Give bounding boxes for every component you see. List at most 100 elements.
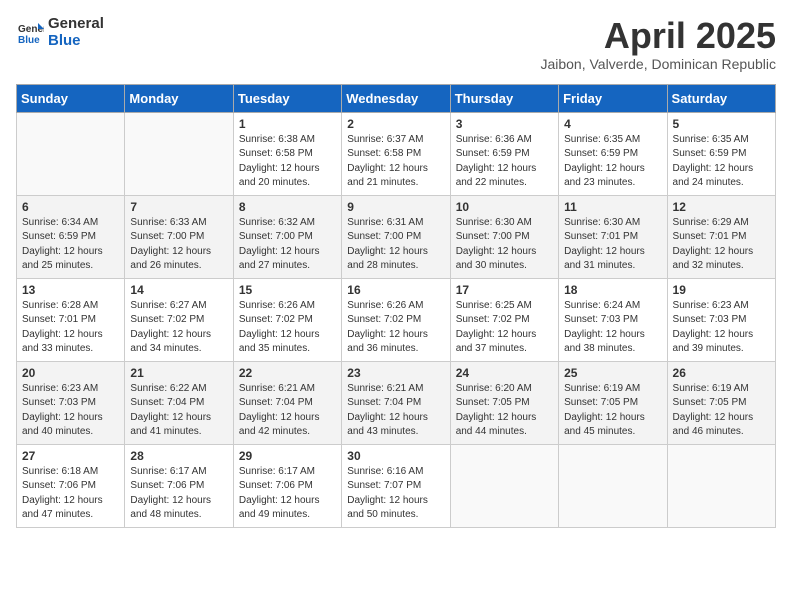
day-info: Sunrise: 6:38 AM Sunset: 6:58 PM Dayligh… bbox=[239, 133, 336, 191]
calendar-cell: 5Sunrise: 6:35 AM Sunset: 6:59 PM Daylig… bbox=[667, 112, 775, 195]
col-header-wednesday: Wednesday bbox=[342, 84, 450, 112]
day-number: 7 bbox=[130, 200, 227, 214]
day-number: 1 bbox=[239, 117, 336, 131]
day-number: 16 bbox=[347, 283, 444, 297]
day-info: Sunrise: 6:19 AM Sunset: 7:05 PM Dayligh… bbox=[673, 382, 770, 440]
calendar-cell bbox=[450, 444, 558, 527]
day-info: Sunrise: 6:34 AM Sunset: 6:59 PM Dayligh… bbox=[22, 216, 119, 274]
day-number: 14 bbox=[130, 283, 227, 297]
day-number: 24 bbox=[456, 366, 553, 380]
day-number: 11 bbox=[564, 200, 661, 214]
calendar-cell bbox=[667, 444, 775, 527]
day-number: 17 bbox=[456, 283, 553, 297]
calendar-cell: 10 Sunrise: 6:30 AM Sunset: 7:00 PM Dayli… bbox=[450, 195, 558, 278]
day-info: Sunrise: 6:30 AM Sunset: 7:00 PM Dayligh… bbox=[456, 216, 553, 274]
day-info: Sunrise: 6:37 AM Sunset: 6:58 PM Dayligh… bbox=[347, 133, 444, 191]
calendar-cell: 15 Sunrise: 6:26 AM Sunset: 7:02 PM Dayli… bbox=[233, 278, 341, 361]
calendar-cell: 11 Sunrise: 6:30 AM Sunset: 7:01 PM Dayli… bbox=[559, 195, 667, 278]
day-info: Sunrise: 6:21 AM Sunset: 7:04 PM Dayligh… bbox=[347, 382, 444, 440]
calendar-cell: 8 Sunrise: 6:32 AM Sunset: 7:00 PM Daylig… bbox=[233, 195, 341, 278]
calendar-cell: 22Sunrise: 6:21 AM Sunset: 7:04 PM Dayli… bbox=[233, 361, 341, 444]
page-header: General Blue General Blue April 2025 Jai… bbox=[16, 16, 776, 72]
day-number: 21 bbox=[130, 366, 227, 380]
day-info: Sunrise: 6:17 AM Sunset: 7:06 PM Dayligh… bbox=[130, 465, 227, 523]
day-number: 10 bbox=[456, 200, 553, 214]
calendar-cell: 14 Sunrise: 6:27 AM Sunset: 7:02 PM Dayli… bbox=[125, 278, 233, 361]
day-info: Sunrise: 6:26 AM Sunset: 7:02 PM Dayligh… bbox=[239, 299, 336, 357]
title-area: April 2025 Jaibon, Valverde, Dominican R… bbox=[540, 16, 776, 72]
calendar-week-row: 1 Sunrise: 6:38 AM Sunset: 6:58 PM Daylig… bbox=[17, 112, 776, 195]
day-number: 30 bbox=[347, 449, 444, 463]
calendar-cell: 30 Sunrise: 6:16 AM Sunset: 7:07 PM Dayli… bbox=[342, 444, 450, 527]
day-number: 2 bbox=[347, 117, 444, 131]
day-info: Sunrise: 6:19 AM Sunset: 7:05 PM Dayligh… bbox=[564, 382, 661, 440]
calendar-cell: 2 Sunrise: 6:37 AM Sunset: 6:58 PM Daylig… bbox=[342, 112, 450, 195]
day-number: 19 bbox=[673, 283, 770, 297]
calendar-week-row: 20 Sunrise: 6:23 AM Sunset: 7:03 PM Dayli… bbox=[17, 361, 776, 444]
calendar-cell: 12Sunrise: 6:29 AM Sunset: 7:01 PM Dayli… bbox=[667, 195, 775, 278]
day-info: Sunrise: 6:20 AM Sunset: 7:05 PM Dayligh… bbox=[456, 382, 553, 440]
logo: General Blue General Blue bbox=[16, 16, 104, 49]
svg-text:Blue: Blue bbox=[18, 35, 40, 46]
col-header-sunday: Sunday bbox=[17, 84, 125, 112]
calendar-cell bbox=[559, 444, 667, 527]
col-header-tuesday: Tuesday bbox=[233, 84, 341, 112]
day-number: 28 bbox=[130, 449, 227, 463]
calendar-cell: 27 Sunrise: 6:18 AM Sunset: 7:06 PM Dayli… bbox=[17, 444, 125, 527]
calendar-cell: 18Sunrise: 6:24 AM Sunset: 7:03 PM Dayli… bbox=[559, 278, 667, 361]
day-info: Sunrise: 6:30 AM Sunset: 7:01 PM Dayligh… bbox=[564, 216, 661, 274]
day-number: 3 bbox=[456, 117, 553, 131]
day-info: Sunrise: 6:29 AM Sunset: 7:01 PM Dayligh… bbox=[673, 216, 770, 274]
logo-blue-text: Blue bbox=[48, 33, 104, 50]
day-number: 20 bbox=[22, 366, 119, 380]
calendar-cell: 16 Sunrise: 6:26 AM Sunset: 7:02 PM Dayli… bbox=[342, 278, 450, 361]
day-number: 9 bbox=[347, 200, 444, 214]
col-header-monday: Monday bbox=[125, 84, 233, 112]
calendar-cell: 17 Sunrise: 6:25 AM Sunset: 7:02 PM Dayli… bbox=[450, 278, 558, 361]
day-info: Sunrise: 6:18 AM Sunset: 7:06 PM Dayligh… bbox=[22, 465, 119, 523]
day-info: Sunrise: 6:32 AM Sunset: 7:00 PM Dayligh… bbox=[239, 216, 336, 274]
day-number: 6 bbox=[22, 200, 119, 214]
calendar-cell: 25 Sunrise: 6:19 AM Sunset: 7:05 PM Dayli… bbox=[559, 361, 667, 444]
day-number: 18 bbox=[564, 283, 661, 297]
col-header-friday: Friday bbox=[559, 84, 667, 112]
day-number: 25 bbox=[564, 366, 661, 380]
day-info: Sunrise: 6:28 AM Sunset: 7:01 PM Dayligh… bbox=[22, 299, 119, 357]
month-year-title: April 2025 bbox=[540, 16, 776, 56]
calendar-cell: 20 Sunrise: 6:23 AM Sunset: 7:03 PM Dayli… bbox=[17, 361, 125, 444]
calendar-cell: 26Sunrise: 6:19 AM Sunset: 7:05 PM Dayli… bbox=[667, 361, 775, 444]
calendar-cell: 1 Sunrise: 6:38 AM Sunset: 6:58 PM Daylig… bbox=[233, 112, 341, 195]
calendar-cell bbox=[17, 112, 125, 195]
col-header-thursday: Thursday bbox=[450, 84, 558, 112]
calendar-cell: 13Sunrise: 6:28 AM Sunset: 7:01 PM Dayli… bbox=[17, 278, 125, 361]
logo-icon: General Blue bbox=[16, 19, 44, 47]
calendar-week-row: 27 Sunrise: 6:18 AM Sunset: 7:06 PM Dayli… bbox=[17, 444, 776, 527]
calendar-week-row: 13Sunrise: 6:28 AM Sunset: 7:01 PM Dayli… bbox=[17, 278, 776, 361]
day-info: Sunrise: 6:23 AM Sunset: 7:03 PM Dayligh… bbox=[22, 382, 119, 440]
day-number: 27 bbox=[22, 449, 119, 463]
calendar-cell: 21Sunrise: 6:22 AM Sunset: 7:04 PM Dayli… bbox=[125, 361, 233, 444]
day-info: Sunrise: 6:17 AM Sunset: 7:06 PM Dayligh… bbox=[239, 465, 336, 523]
calendar-header-row: SundayMondayTuesdayWednesdayThursdayFrid… bbox=[17, 84, 776, 112]
day-info: Sunrise: 6:31 AM Sunset: 7:00 PM Dayligh… bbox=[347, 216, 444, 274]
calendar-cell: 19Sunrise: 6:23 AM Sunset: 7:03 PM Dayli… bbox=[667, 278, 775, 361]
calendar-cell: 9 Sunrise: 6:31 AM Sunset: 7:00 PM Daylig… bbox=[342, 195, 450, 278]
calendar-cell: 4Sunrise: 6:35 AM Sunset: 6:59 PM Daylig… bbox=[559, 112, 667, 195]
calendar-cell: 28 Sunrise: 6:17 AM Sunset: 7:06 PM Dayli… bbox=[125, 444, 233, 527]
day-number: 29 bbox=[239, 449, 336, 463]
calendar-table: SundayMondayTuesdayWednesdayThursdayFrid… bbox=[16, 84, 776, 528]
calendar-cell: 3Sunrise: 6:36 AM Sunset: 6:59 PM Daylig… bbox=[450, 112, 558, 195]
day-info: Sunrise: 6:16 AM Sunset: 7:07 PM Dayligh… bbox=[347, 465, 444, 523]
calendar-week-row: 6 Sunrise: 6:34 AM Sunset: 6:59 PM Daylig… bbox=[17, 195, 776, 278]
day-info: Sunrise: 6:25 AM Sunset: 7:02 PM Dayligh… bbox=[456, 299, 553, 357]
day-number: 23 bbox=[347, 366, 444, 380]
calendar-cell: 29 Sunrise: 6:17 AM Sunset: 7:06 PM Dayli… bbox=[233, 444, 341, 527]
calendar-cell: 7Sunrise: 6:33 AM Sunset: 7:00 PM Daylig… bbox=[125, 195, 233, 278]
day-info: Sunrise: 6:27 AM Sunset: 7:02 PM Dayligh… bbox=[130, 299, 227, 357]
day-number: 8 bbox=[239, 200, 336, 214]
day-info: Sunrise: 6:35 AM Sunset: 6:59 PM Dayligh… bbox=[673, 133, 770, 191]
location-subtitle: Jaibon, Valverde, Dominican Republic bbox=[540, 56, 776, 72]
day-info: Sunrise: 6:26 AM Sunset: 7:02 PM Dayligh… bbox=[347, 299, 444, 357]
day-number: 15 bbox=[239, 283, 336, 297]
day-number: 4 bbox=[564, 117, 661, 131]
